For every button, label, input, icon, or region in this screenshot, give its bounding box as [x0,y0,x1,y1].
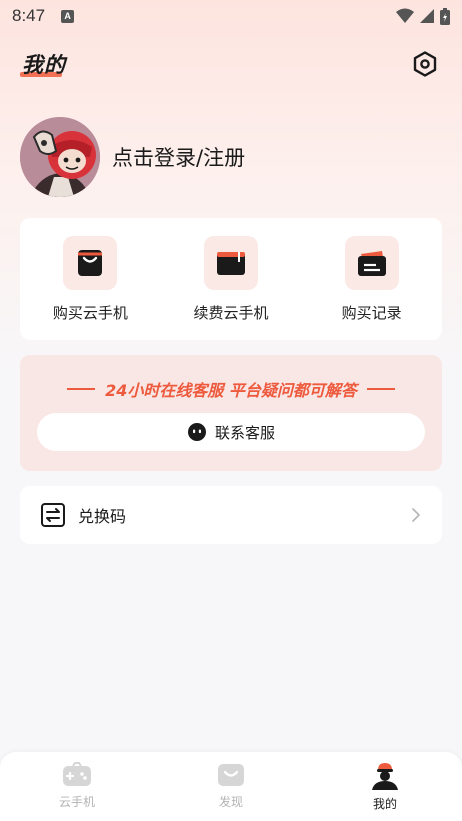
page-header: 我的 [0,44,462,84]
tab-discover[interactable]: 发现 [154,752,308,821]
notification-a-icon: A [61,9,75,23]
page-title: 我的 [20,49,66,79]
tab-mine[interactable]: 我的 [308,752,462,821]
tab-cloud-phone[interactable]: 云手机 [0,752,154,821]
quick-actions-card: 购买云手机 续费云手机 购买记录 [20,218,442,340]
banner-divider-right [366,388,395,390]
quick-icon-bg [344,236,399,290]
redeem-code-row[interactable]: 兑换码 [20,486,442,544]
avatar-illustration [20,117,100,197]
quick-label: 续费云手机 [193,304,269,322]
status-indicators [396,7,450,25]
profile-section[interactable]: 点击登录/注册 [20,116,245,198]
quick-icon-bg [63,236,118,290]
login-register-link[interactable]: 点击登录/注册 [112,142,245,172]
purchase-records-button[interactable]: 购买记录 [301,218,442,340]
tab-label: 发现 [218,795,243,809]
buy-cloud-phone-button[interactable]: 购买云手机 [20,218,161,340]
settings-button[interactable] [410,49,440,79]
settings-hexagon-icon [413,51,437,77]
avatar[interactable] [20,117,100,197]
service-banner-text: 24小时在线客服 平台疑问都可解答 [105,381,357,400]
bottom-tab-bar: 云手机 发现 我的 [0,752,462,821]
shopping-bag-icon [78,250,103,276]
chevron-right-icon [412,508,420,522]
customer-service-card: 24小时在线客服 平台疑问都可解答 联系客服 [20,355,442,471]
wifi-icon [396,8,414,23]
battery-icon [440,7,450,25]
banner-divider-left [67,388,96,390]
status-time: 8:47 [12,6,46,25]
profile-icon [372,763,398,790]
contact-service-button[interactable]: 联系客服 [37,413,425,451]
quick-icon-bg [204,236,258,290]
gamepad-icon [63,762,91,786]
exchange-icon [41,503,65,527]
quick-label: 购买记录 [341,304,402,322]
discover-icon [218,764,244,786]
renew-cloud-phone-button[interactable]: 续费云手机 [161,218,302,340]
renew-box-icon [217,252,245,275]
status-bar: 8:47 A [0,0,462,32]
wallet-record-icon [357,251,386,276]
tab-label: 云手机 [58,795,95,809]
redeem-code-label: 兑换码 [78,507,127,526]
contact-service-label: 联系客服 [214,423,275,442]
quick-label: 购买云手机 [52,304,128,322]
service-banner: 24小时在线客服 平台疑问都可解答 [20,377,442,401]
signal-icon [420,9,434,23]
chat-bubble-icon [187,423,206,441]
tab-label: 我的 [372,797,397,811]
